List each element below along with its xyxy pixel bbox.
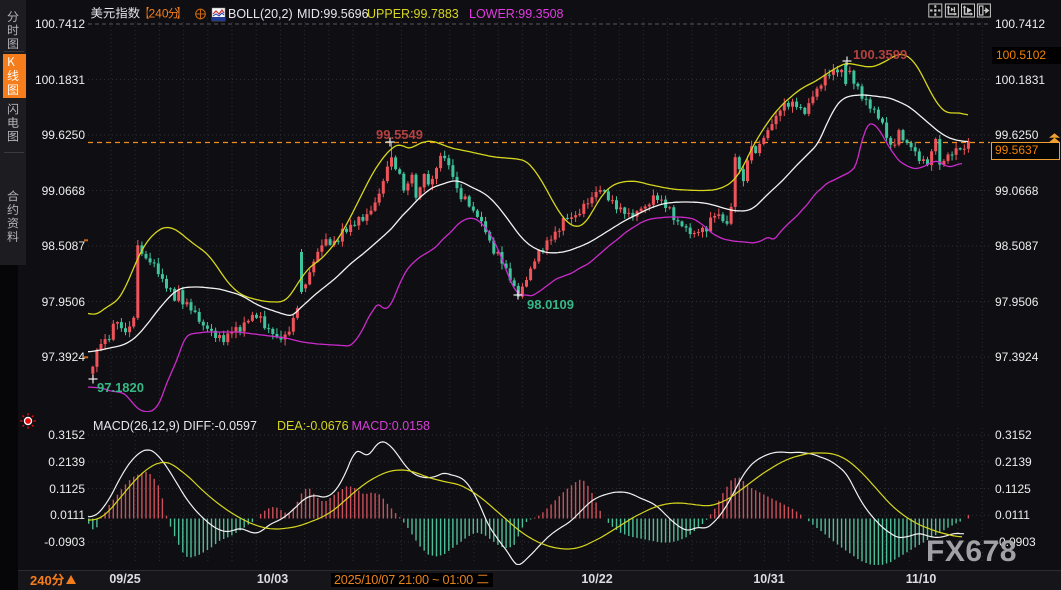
- svg-text:240: 240: [149, 7, 169, 21]
